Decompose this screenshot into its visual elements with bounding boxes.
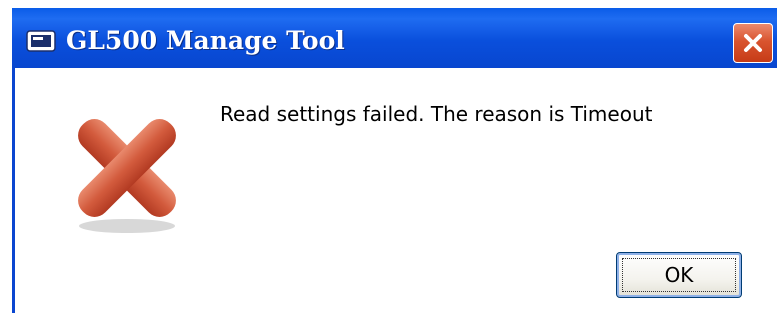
error-x-icon xyxy=(78,119,176,233)
message-dialog: GL500 Manage Tool Read settings failed. … xyxy=(12,0,777,313)
ok-button[interactable]: OK xyxy=(616,252,742,298)
focus-rect xyxy=(622,258,736,292)
close-icon xyxy=(744,34,762,52)
window-border xyxy=(12,68,15,313)
error-message: Read settings failed. The reason is Time… xyxy=(220,102,653,126)
title-bar[interactable]: GL500 Manage Tool xyxy=(12,8,777,68)
app-window-icon xyxy=(26,30,56,52)
window-title: GL500 Manage Tool xyxy=(66,26,345,55)
close-button[interactable] xyxy=(733,23,773,63)
